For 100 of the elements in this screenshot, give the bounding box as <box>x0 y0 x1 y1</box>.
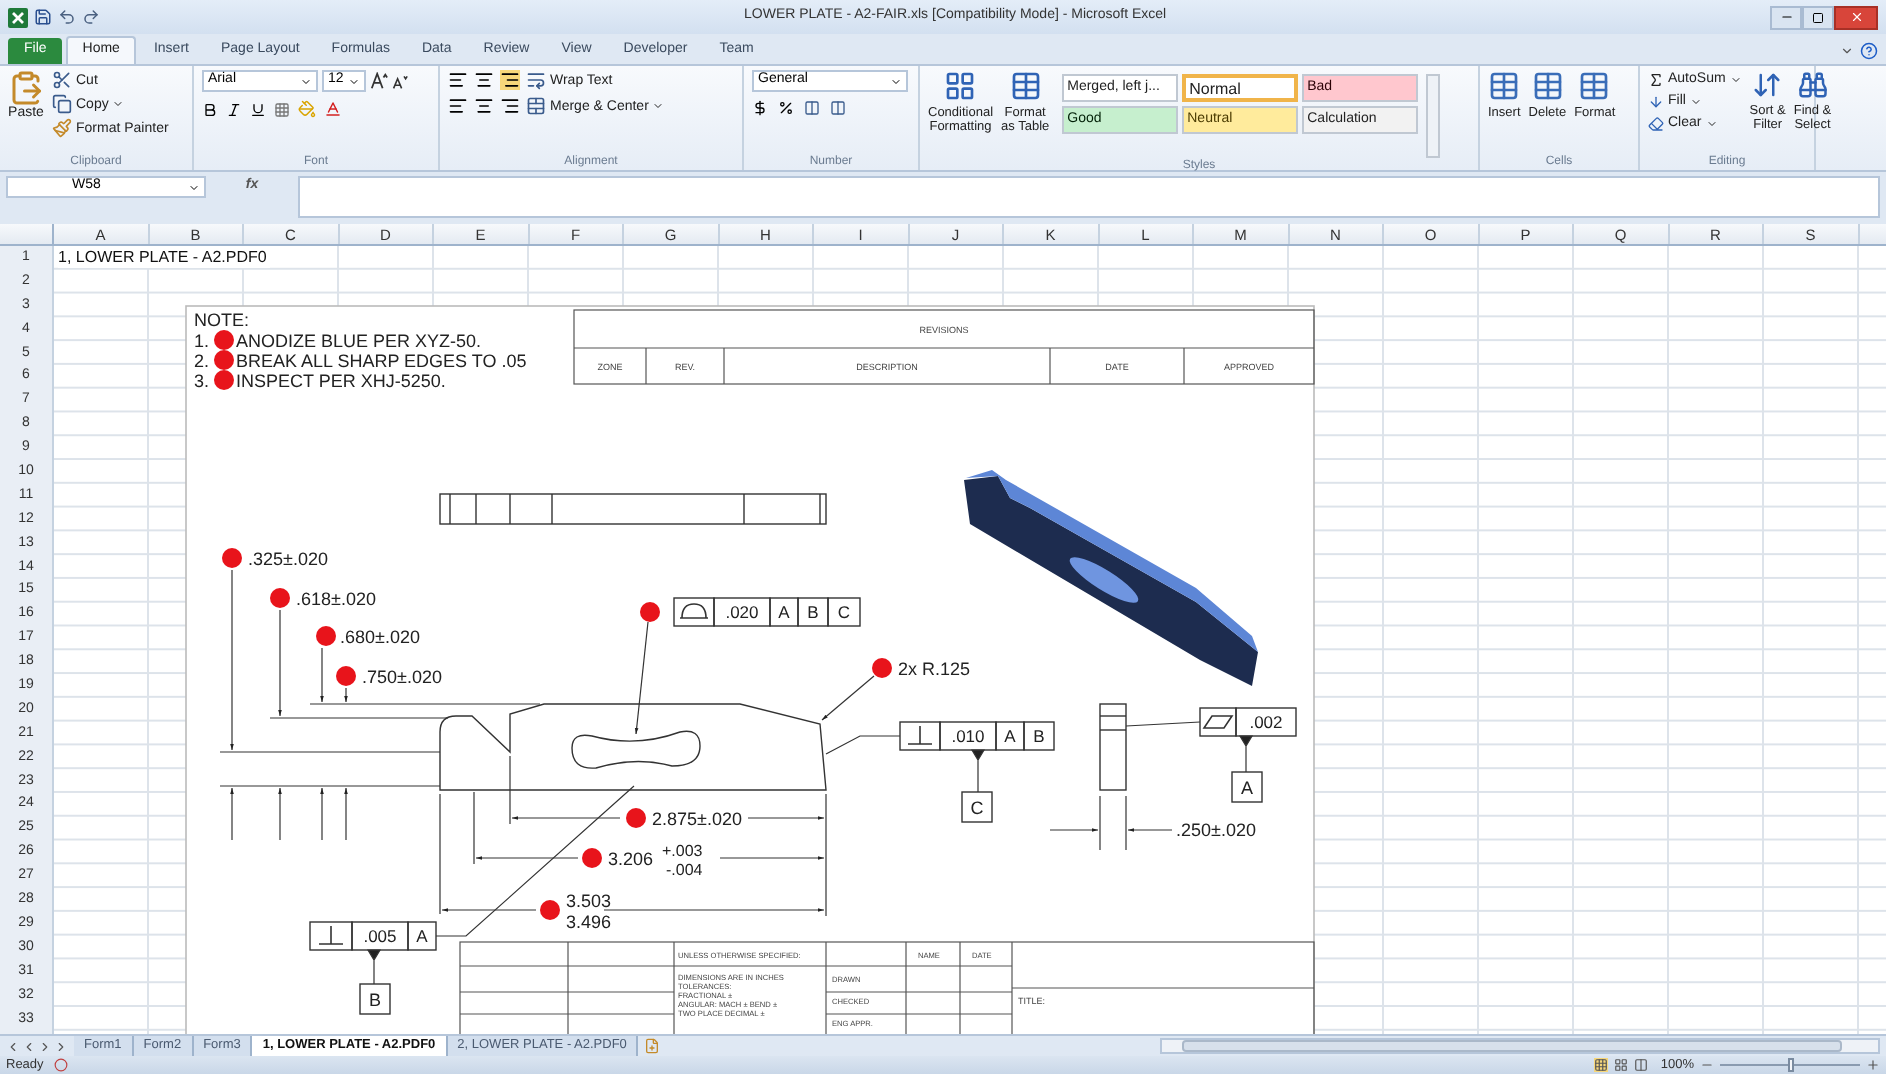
undo-icon[interactable] <box>58 8 76 26</box>
caret-icon <box>890 75 902 87</box>
currency-icon[interactable] <box>752 100 768 116</box>
zoom-slider-thumb[interactable] <box>1787 1058 1793 1072</box>
frame-cell: A <box>995 721 1025 751</box>
spreadsheet-app-icon <box>8 7 28 27</box>
leader-line <box>821 675 875 721</box>
first-sheet-icon[interactable] <box>6 1039 20 1053</box>
balloon-marker <box>214 370 234 390</box>
maximize-button[interactable] <box>1802 5 1834 29</box>
previous-sheet-icon[interactable] <box>22 1039 36 1053</box>
balloon-marker <box>214 330 234 350</box>
datum-label: B <box>359 983 391 1015</box>
zoom-in-icon[interactable] <box>1866 1058 1880 1072</box>
merge-cells-icon <box>526 96 546 116</box>
wrap-text-icon <box>526 70 546 90</box>
frame-cell: A <box>769 597 799 627</box>
frame-cell: .005 <box>351 921 409 951</box>
thickness-dimension-drawing <box>1049 795 1173 851</box>
font-color-icon[interactable] <box>324 100 342 118</box>
grow-font-icon[interactable] <box>370 72 388 90</box>
borders-icon[interactable] <box>274 101 290 117</box>
dimension-text: 2x R.125 <box>898 659 971 679</box>
end-view-drawing <box>1099 703 1127 791</box>
macro-record-icon[interactable] <box>53 1058 68 1072</box>
dimension-text: .680±.020 <box>340 627 420 647</box>
lower-tolerance: -.004 <box>666 861 703 879</box>
dimension-text: .325±.020 <box>248 549 328 569</box>
help-icon[interactable] <box>1860 42 1878 60</box>
frame-cell: B <box>797 597 829 627</box>
align-middle-icon[interactable] <box>474 70 494 90</box>
perpendicularity-icon <box>907 725 933 745</box>
page-layout-view-icon[interactable] <box>1614 1058 1629 1072</box>
percent-icon[interactable] <box>778 100 794 116</box>
upper-limit: 3.503 <box>566 891 612 911</box>
redo-icon[interactable] <box>82 8 100 26</box>
caret-icon <box>300 75 312 87</box>
lower-limit: 3.496 <box>566 912 612 932</box>
decrease-decimal-icon[interactable] <box>830 100 846 116</box>
note-text: ANODIZE BLUE PER XYZ-50. <box>236 331 482 351</box>
note-number: 3. <box>194 371 210 391</box>
leader-line <box>825 735 901 755</box>
frame-cell: .010 <box>939 721 997 751</box>
dimension-text: .618±.020 <box>296 589 376 609</box>
datum-leader <box>971 749 986 793</box>
scissors-icon <box>52 70 72 90</box>
note-title: NOTE: <box>194 310 250 330</box>
table-icon <box>1009 70 1042 102</box>
conditional-format-icon <box>944 70 977 102</box>
datum-label: A <box>1231 771 1263 803</box>
align-center-icon[interactable] <box>474 96 494 116</box>
cell-style-option[interactable]: Normal <box>1181 74 1298 102</box>
align-right-icon[interactable] <box>500 96 520 116</box>
note-text: INSPECT PER XHJ-5250. <box>236 371 446 391</box>
increase-decimal-icon[interactable] <box>804 100 820 116</box>
datum-leader <box>1239 735 1254 773</box>
page-break-view-icon[interactable] <box>1634 1058 1649 1072</box>
frame-cell: B <box>1023 721 1055 751</box>
minimize-ribbon-icon[interactable] <box>1840 44 1854 58</box>
caret-icon <box>348 75 360 87</box>
bold-icon[interactable] <box>202 101 218 117</box>
close-icon <box>1849 10 1863 24</box>
note-number: 1. <box>194 331 210 351</box>
normal-view-icon[interactable] <box>1594 1058 1609 1072</box>
shrink-font-icon[interactable] <box>392 73 408 89</box>
fill-color-icon[interactable] <box>298 100 316 118</box>
datum-label: C <box>961 791 993 823</box>
frame-cell: .020 <box>713 597 771 627</box>
formula-input[interactable] <box>298 176 1880 218</box>
horizontal-scrollbar[interactable] <box>1160 1038 1880 1054</box>
italic-icon[interactable] <box>226 101 242 117</box>
align-left-icon[interactable] <box>448 96 468 116</box>
minimize-icon <box>1779 10 1793 24</box>
cell-text: 1, LOWER PLATE - A2.PDF0 <box>58 246 271 268</box>
eraser-icon <box>1648 115 1664 131</box>
dimension-text: 2.875±.020 <box>652 809 742 829</box>
dimension-text: .750±.020 <box>362 667 442 687</box>
align-bottom-icon[interactable] <box>500 70 520 90</box>
frame-cell: .002 <box>1235 707 1297 737</box>
save-icon[interactable] <box>34 8 52 26</box>
next-sheet-icon[interactable] <box>38 1039 52 1053</box>
last-sheet-icon[interactable] <box>54 1039 68 1053</box>
paintbrush-icon <box>52 118 72 138</box>
maximize-icon <box>1812 11 1824 23</box>
sheet-cells-icon <box>1488 70 1521 102</box>
leader-line <box>1125 721 1201 727</box>
align-top-icon[interactable] <box>448 70 468 90</box>
dimension-text: .250±.020 <box>1176 820 1256 840</box>
frame-cell <box>673 597 715 627</box>
frame-cell: A <box>407 921 437 951</box>
caret-icon <box>112 98 125 110</box>
sheet-cells-icon <box>1578 70 1611 102</box>
caret-icon <box>652 100 665 112</box>
close-button[interactable] <box>1834 5 1878 29</box>
profile-surface-icon <box>679 603 709 619</box>
underline-icon[interactable] <box>250 101 266 117</box>
frame-cell: C <box>827 597 861 627</box>
leader-line <box>634 621 649 735</box>
datum-leader <box>367 949 382 985</box>
sort-icon <box>1752 70 1783 100</box>
